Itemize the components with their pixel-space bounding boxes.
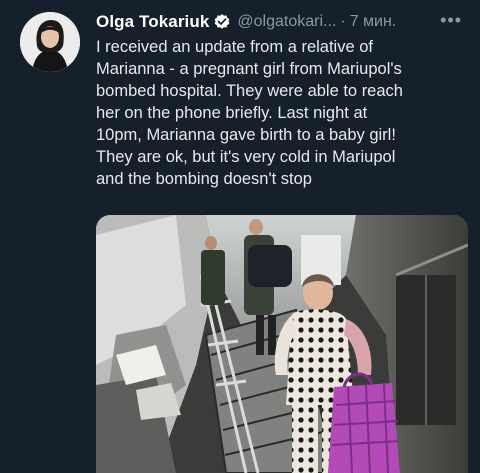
tweet-header: Olga Tokariuk @olgatokari... · 7 мин. ••… xyxy=(96,10,472,34)
more-options-icon[interactable]: ••• xyxy=(440,10,462,30)
tweet-text-line: 10pm, Marianna gave birth to a baby girl… xyxy=(96,126,396,144)
tweet-text-line: Marianna - a pregnant girl from Mariupol… xyxy=(96,60,402,78)
verified-badge-icon xyxy=(213,13,231,31)
tweet-text-line: I received an update from a relative of xyxy=(96,38,373,56)
tweet-text-line: bombed hospital. They were able to reach xyxy=(96,82,403,100)
tweet-text-line: her on the phone briefly. Last night at xyxy=(96,104,368,122)
photo-scene xyxy=(96,215,468,473)
timestamp[interactable]: 7 мин. xyxy=(350,13,397,31)
separator-dot: · xyxy=(340,13,346,30)
tweet-text-line: They are ok, but it's very cold in Mariu… xyxy=(96,148,396,166)
tweet-text-line: and the bombing doesn't stop xyxy=(96,170,312,188)
author-name[interactable]: Olga Tokariuk xyxy=(96,12,209,32)
tweet-photo[interactable] xyxy=(96,215,468,473)
author-handle[interactable]: @olgatokari... xyxy=(237,13,336,31)
tweet: Olga Tokariuk @olgatokari... · 7 мин. ••… xyxy=(0,0,480,473)
avatar[interactable] xyxy=(20,12,80,72)
tweet-text: I received an update from a relative of … xyxy=(96,36,476,190)
avatar-image xyxy=(20,12,80,72)
